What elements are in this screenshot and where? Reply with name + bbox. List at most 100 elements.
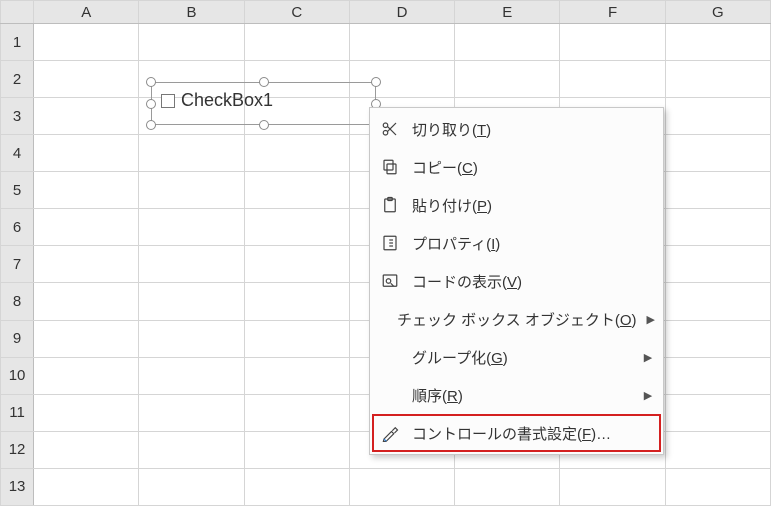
cell[interactable] <box>244 246 349 283</box>
col-header[interactable]: D <box>349 1 454 24</box>
menu-group[interactable]: グループ化(G) ▶ <box>372 338 661 376</box>
select-all-corner[interactable] <box>1 1 34 24</box>
cell[interactable] <box>34 394 139 431</box>
cell[interactable] <box>665 24 770 61</box>
cell[interactable] <box>244 172 349 209</box>
cell[interactable] <box>34 246 139 283</box>
menu-paste[interactable]: 貼り付け(P) <box>372 186 661 224</box>
cell[interactable] <box>139 172 244 209</box>
resize-handle[interactable] <box>146 120 156 130</box>
cell[interactable] <box>349 468 454 505</box>
row-header[interactable]: 3 <box>1 98 34 135</box>
cell[interactable] <box>34 61 139 98</box>
cell[interactable] <box>665 468 770 505</box>
col-header[interactable]: E <box>455 1 560 24</box>
row-header[interactable]: 7 <box>1 246 34 283</box>
row-header[interactable]: 4 <box>1 135 34 172</box>
col-header[interactable]: G <box>665 1 770 24</box>
cell[interactable] <box>665 357 770 394</box>
menu-properties[interactable]: プロパティ(I) <box>372 224 661 262</box>
row-header[interactable]: 8 <box>1 283 34 320</box>
cell[interactable] <box>139 320 244 357</box>
menu-label: 切り取り(T) <box>412 119 631 140</box>
cell[interactable] <box>244 24 349 61</box>
row-header[interactable]: 11 <box>1 394 34 431</box>
cell[interactable] <box>665 246 770 283</box>
menu-label: コピー(C) <box>412 157 631 178</box>
cell[interactable] <box>244 209 349 246</box>
menu-label: プロパティ(I) <box>412 233 631 254</box>
row-header[interactable]: 1 <box>1 24 34 61</box>
col-header[interactable]: B <box>139 1 244 24</box>
cell[interactable] <box>244 135 349 172</box>
menu-copy[interactable]: コピー(C) <box>372 148 661 186</box>
cell[interactable] <box>244 431 349 468</box>
cell[interactable] <box>665 61 770 98</box>
cell[interactable] <box>139 135 244 172</box>
cell[interactable] <box>34 431 139 468</box>
cell[interactable] <box>455 61 560 98</box>
resize-handle[interactable] <box>259 120 269 130</box>
cell[interactable] <box>244 357 349 394</box>
cell[interactable] <box>34 283 139 320</box>
cell[interactable] <box>139 283 244 320</box>
cell[interactable] <box>665 98 770 135</box>
resize-handle[interactable] <box>146 77 156 87</box>
chevron-right-icon: ▶ <box>641 351 655 364</box>
row-header[interactable]: 10 <box>1 357 34 394</box>
cell[interactable] <box>560 24 665 61</box>
cell[interactable] <box>34 135 139 172</box>
cell[interactable] <box>34 98 139 135</box>
cell[interactable] <box>455 24 560 61</box>
format-icon <box>378 424 402 442</box>
cell[interactable] <box>34 320 139 357</box>
cell[interactable] <box>349 24 454 61</box>
cell[interactable] <box>34 24 139 61</box>
cell[interactable] <box>244 283 349 320</box>
cell[interactable] <box>665 283 770 320</box>
row-header[interactable]: 13 <box>1 468 34 505</box>
col-header[interactable]: F <box>560 1 665 24</box>
menu-checkbox-object[interactable]: チェック ボックス オブジェクト(O) ▶ <box>372 300 661 338</box>
cell[interactable] <box>244 394 349 431</box>
cell[interactable] <box>139 394 244 431</box>
cell[interactable] <box>665 394 770 431</box>
menu-cut[interactable]: 切り取り(T) <box>372 110 661 148</box>
menu-label: チェック ボックス オブジェクト(O) <box>397 309 637 330</box>
cell[interactable] <box>139 468 244 505</box>
resize-handle[interactable] <box>146 99 156 109</box>
row-header[interactable]: 5 <box>1 172 34 209</box>
menu-view-code[interactable]: コードの表示(V) <box>372 262 661 300</box>
cell[interactable] <box>139 431 244 468</box>
cell[interactable] <box>139 246 244 283</box>
cell[interactable] <box>244 320 349 357</box>
cell[interactable] <box>665 172 770 209</box>
row-header[interactable]: 2 <box>1 61 34 98</box>
row-header[interactable]: 6 <box>1 209 34 246</box>
cell[interactable] <box>34 468 139 505</box>
resize-handle[interactable] <box>371 77 381 87</box>
cell[interactable] <box>665 209 770 246</box>
menu-format-control[interactable]: コントロールの書式設定(F)… <box>372 414 661 452</box>
cell[interactable] <box>560 61 665 98</box>
cell[interactable] <box>665 431 770 468</box>
checkbox-control[interactable]: CheckBox1 <box>151 82 376 125</box>
cell[interactable] <box>560 468 665 505</box>
cell[interactable] <box>34 357 139 394</box>
cell[interactable] <box>139 209 244 246</box>
col-header[interactable]: A <box>34 1 139 24</box>
cell[interactable] <box>139 24 244 61</box>
cell[interactable] <box>34 209 139 246</box>
menu-label: 貼り付け(P) <box>412 195 631 216</box>
row-header[interactable]: 12 <box>1 431 34 468</box>
col-header[interactable]: C <box>244 1 349 24</box>
row-header[interactable]: 9 <box>1 320 34 357</box>
cell[interactable] <box>455 468 560 505</box>
cell[interactable] <box>244 468 349 505</box>
resize-handle[interactable] <box>259 77 269 87</box>
cell[interactable] <box>139 357 244 394</box>
cell[interactable] <box>34 172 139 209</box>
cell[interactable] <box>665 320 770 357</box>
cell[interactable] <box>665 135 770 172</box>
menu-order[interactable]: 順序(R) ▶ <box>372 376 661 414</box>
